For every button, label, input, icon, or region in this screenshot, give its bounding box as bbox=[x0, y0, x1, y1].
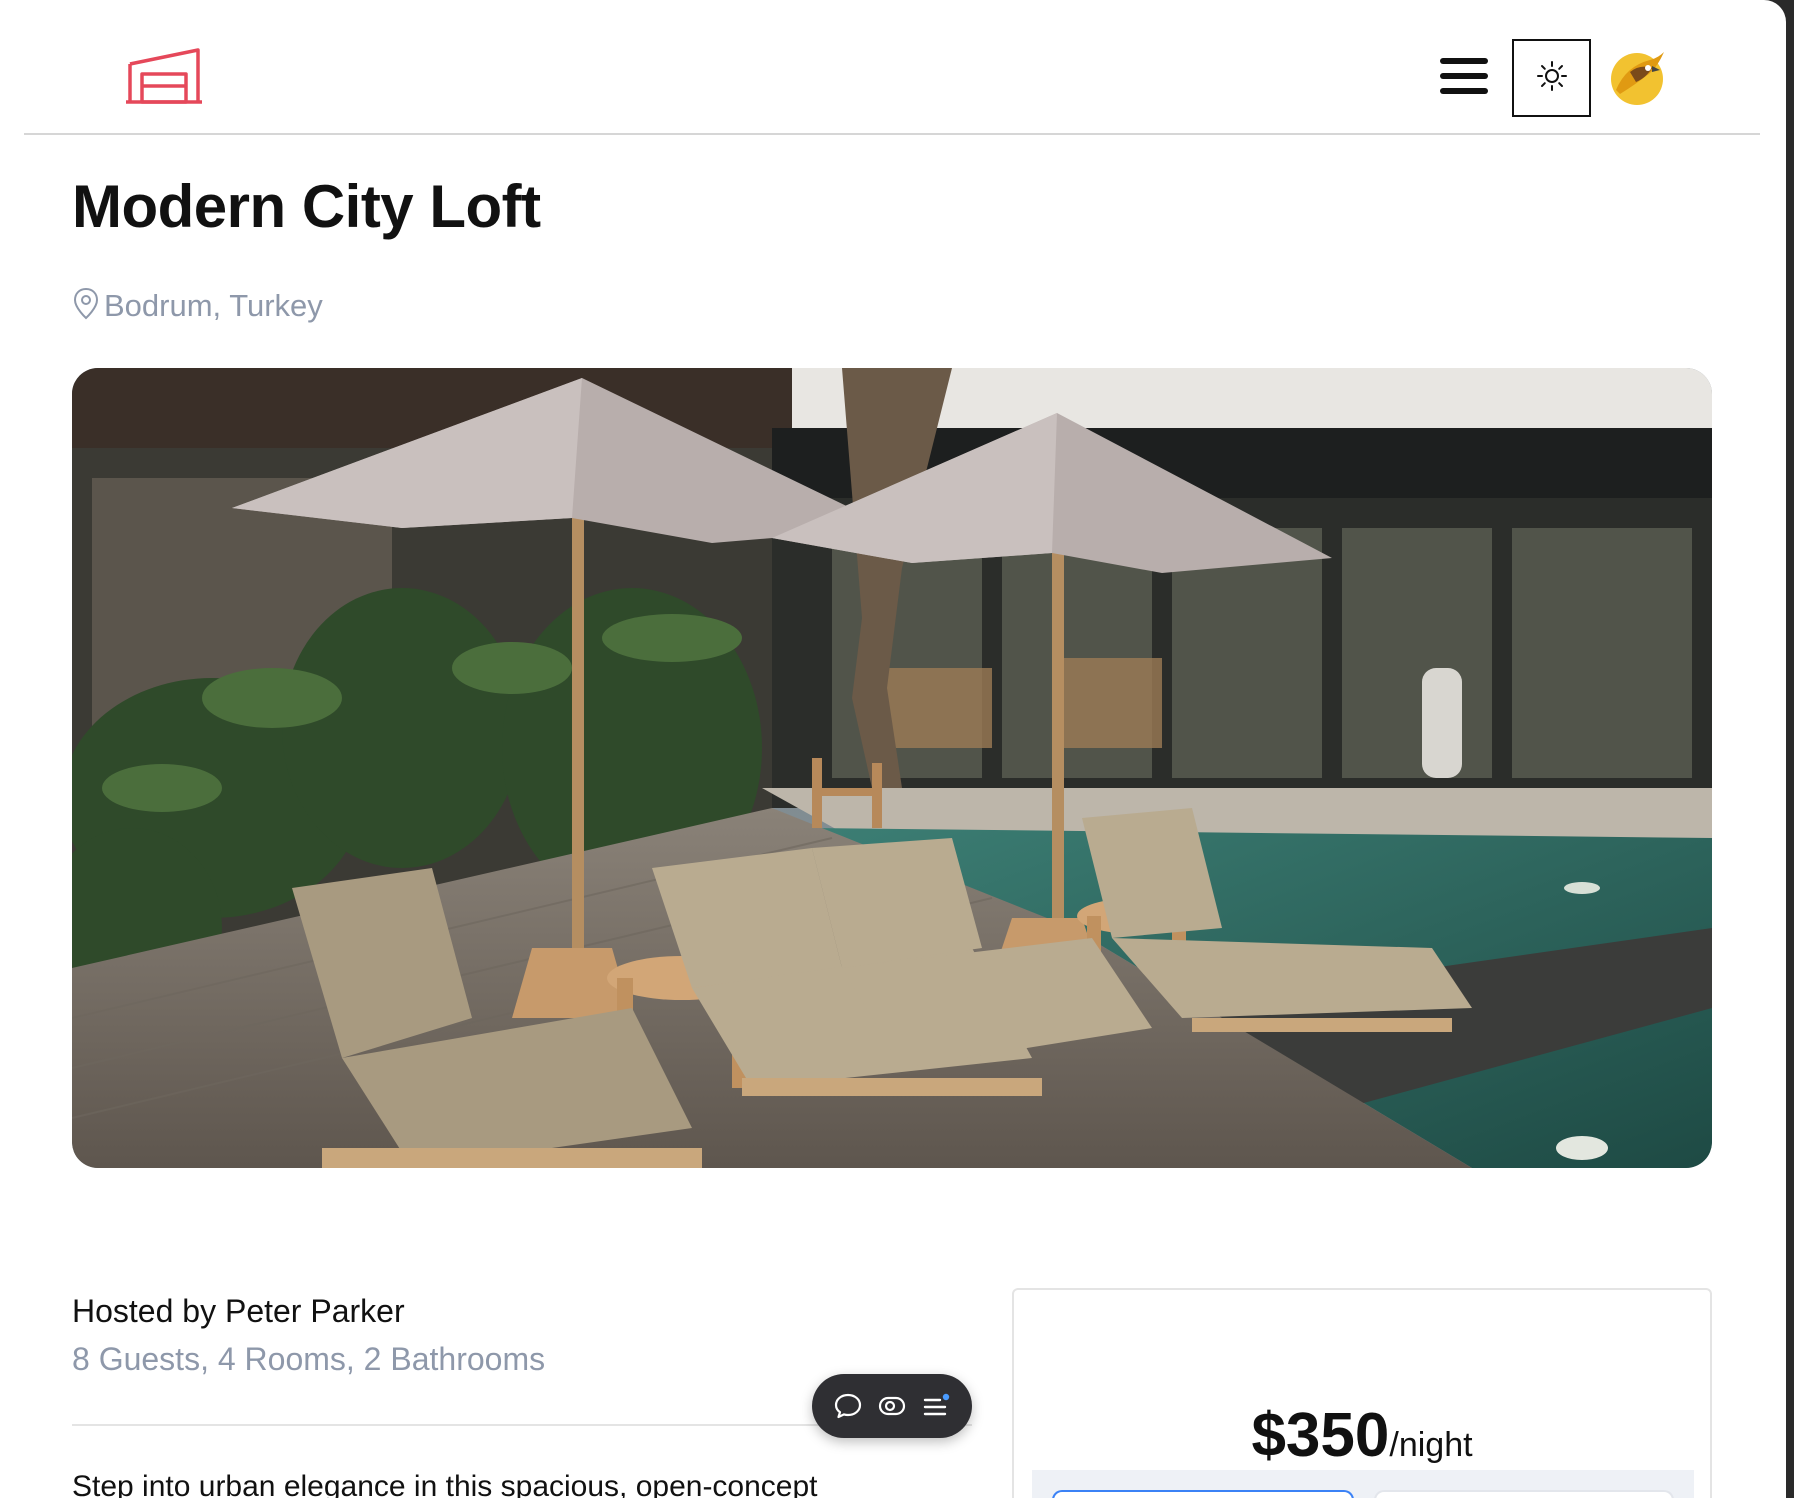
browser-page: Modern City Loft Bodrum, Turkey Hosted b… bbox=[0, 0, 1786, 1498]
booking-card: $350/night bbox=[1012, 1288, 1712, 1498]
page-title: Modern City Loft bbox=[72, 173, 541, 240]
date-picker bbox=[1032, 1470, 1694, 1498]
site-header bbox=[24, 0, 1760, 135]
host-name: Hosted by Peter Parker bbox=[72, 1293, 405, 1329]
chat-bubble-icon[interactable] bbox=[833, 1391, 863, 1421]
map-pin-icon bbox=[72, 287, 100, 326]
sun-icon bbox=[1536, 60, 1568, 97]
listing-photo[interactable] bbox=[72, 368, 1712, 1168]
floating-toolbar bbox=[812, 1374, 972, 1438]
theme-toggle-button[interactable] bbox=[1512, 39, 1591, 117]
price-display: $350/night bbox=[1014, 1400, 1710, 1471]
garage-house-icon[interactable] bbox=[124, 46, 204, 106]
user-avatar-icon[interactable] bbox=[1606, 46, 1668, 108]
listing-capacity: 8 Guests, 4 Rooms, 2 Bathrooms bbox=[72, 1341, 546, 1377]
check-out-field[interactable] bbox=[1374, 1490, 1674, 1498]
listing-location: Bodrum, Turkey bbox=[72, 286, 323, 326]
listing-description: Step into urban elegance in this spaciou… bbox=[72, 1470, 818, 1498]
toggle-view-icon[interactable] bbox=[877, 1391, 907, 1421]
price-amount: $350 bbox=[1251, 1401, 1390, 1470]
price-unit: /night bbox=[1389, 1426, 1473, 1464]
list-menu-icon[interactable] bbox=[921, 1391, 951, 1421]
check-in-field[interactable] bbox=[1052, 1490, 1354, 1498]
hamburger-menu-icon[interactable] bbox=[1438, 56, 1490, 96]
location-text: Bodrum, Turkey bbox=[104, 288, 323, 323]
